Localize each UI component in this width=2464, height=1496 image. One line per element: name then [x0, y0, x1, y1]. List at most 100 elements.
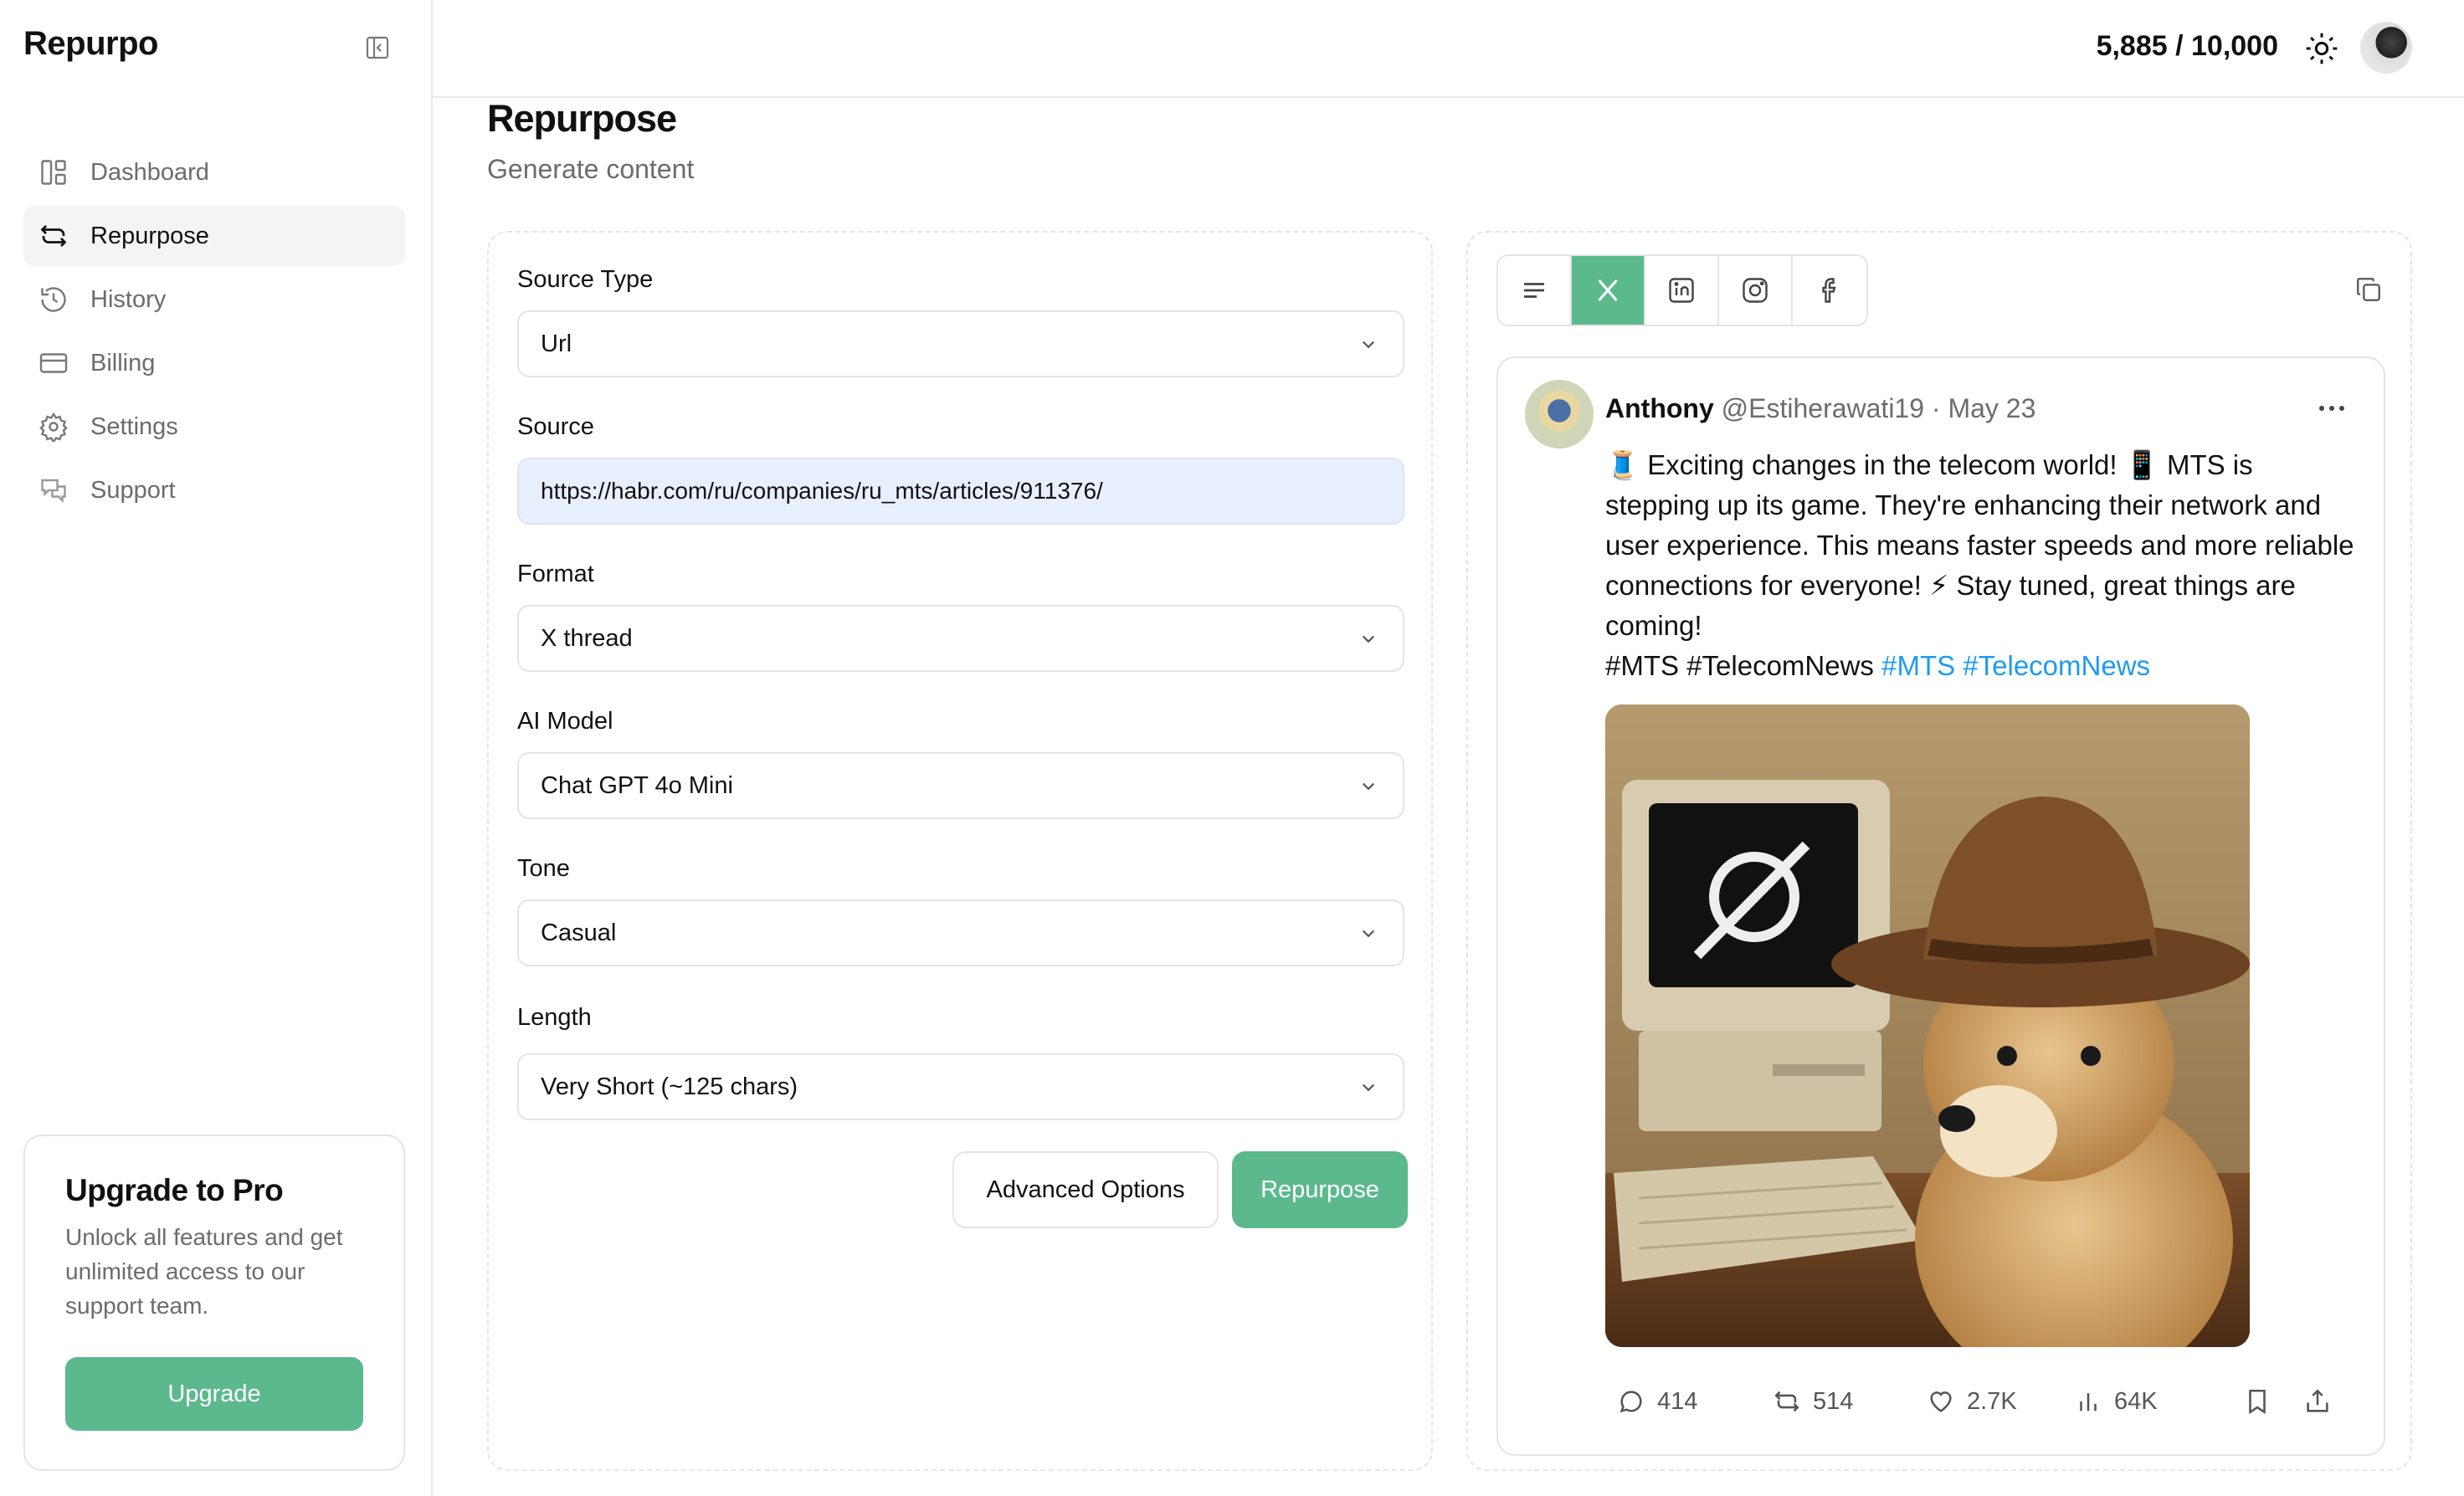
- tweet-body: 🧵 Exciting changes in the telecom world!…: [1605, 445, 2359, 686]
- chevron-down-icon: [1362, 341, 1375, 349]
- page-title: Repurpose: [487, 97, 677, 140]
- ai-model-field: AI Model Chat GPT 4o Mini: [517, 708, 1404, 819]
- retweet-count: 514: [1813, 1387, 1854, 1415]
- heart-icon: [1930, 1391, 1952, 1412]
- source-type-select[interactable]: Url: [517, 310, 1404, 377]
- upgrade-button[interactable]: Upgrade: [65, 1357, 363, 1431]
- instagram-icon: [1743, 278, 1768, 303]
- share-icon: [2307, 1389, 2328, 1412]
- retweet-button[interactable]: 514: [1773, 1387, 1853, 1416]
- tweet-author-avatar: [1525, 380, 1594, 448]
- app-logo: Repurpo: [23, 25, 158, 62]
- tweet-author-name: Anthony: [1605, 393, 1714, 423]
- chevron-down-icon: [1362, 635, 1375, 643]
- tweet-author-handle: @Estiherawati19: [1721, 393, 1925, 423]
- sidebar-item-support[interactable]: Support: [23, 460, 405, 520]
- page-subtitle: Generate content: [487, 154, 695, 184]
- sidebar-item-label: History: [90, 285, 167, 313]
- credit-card-icon: [37, 346, 70, 380]
- gear-icon: [37, 410, 70, 443]
- sidebar-nav: Dashboard Repurpose History Billing Sett…: [23, 142, 405, 524]
- x-icon: [1598, 279, 1618, 301]
- bookmark-button[interactable]: [2243, 1387, 2283, 1416]
- tone-value: Casual: [541, 919, 617, 946]
- sidebar-collapse-icon: [366, 36, 389, 59]
- sidebar-item-settings[interactable]: Settings: [23, 397, 405, 457]
- tab-instagram[interactable]: [1719, 256, 1793, 325]
- chevron-down-icon: [1362, 782, 1375, 791]
- chevron-down-icon: [1362, 1084, 1375, 1092]
- sidebar-item-repurpose[interactable]: Repurpose: [23, 206, 405, 266]
- upgrade-title: Upgrade to Pro: [65, 1173, 284, 1207]
- sidebar: Repurpo Dashboard Repurpose History Bill…: [0, 0, 433, 1496]
- tweet-header: Anthony @Estiherawati19 · May 23: [1605, 393, 2035, 424]
- preview-panel: Anthony @Estiherawati19 · May 23 🧵 Excit…: [1466, 231, 2412, 1471]
- repeat-icon: [37, 219, 70, 253]
- tweet-text: 🧵 Exciting changes in the telecom world!…: [1605, 449, 2354, 641]
- length-label: Length: [517, 1004, 592, 1031]
- tone-label: Tone: [517, 855, 570, 882]
- length-field: Length Very Short (~125 chars): [517, 1004, 1404, 1120]
- source-input[interactable]: https://habr.com/ru/companies/ru_mts/art…: [517, 458, 1404, 525]
- source-label: Source: [517, 413, 594, 440]
- repurpose-submit-button[interactable]: Repurpose: [1232, 1151, 1408, 1228]
- sidebar-item-label: Settings: [90, 412, 178, 440]
- sidebar-item-label: Dashboard: [90, 158, 209, 186]
- shiba-computer-illustration: [1605, 704, 2250, 1347]
- share-button[interactable]: [2303, 1387, 2343, 1416]
- copy-icon: [2357, 278, 2380, 301]
- sidebar-item-label: Billing: [90, 349, 156, 377]
- format-select[interactable]: X thread: [517, 605, 1404, 672]
- source-type-value: Url: [541, 330, 572, 357]
- copy-button[interactable]: [2352, 273, 2385, 306]
- like-count: 2.7K: [1967, 1387, 2017, 1415]
- reply-icon: [1620, 1391, 1642, 1413]
- tweet-date: · May 23: [1931, 393, 2036, 423]
- format-label: Format: [517, 561, 594, 587]
- tab-linkedin[interactable]: [1645, 256, 1719, 325]
- views-button[interactable]: 64K: [2074, 1387, 2158, 1416]
- retweet-icon: [1774, 1391, 1799, 1412]
- reply-button[interactable]: 414: [1617, 1387, 1697, 1416]
- tweet-image: [1605, 704, 2250, 1347]
- sidebar-item-history[interactable]: History: [23, 269, 405, 330]
- sidebar-item-dashboard[interactable]: Dashboard: [23, 142, 405, 202]
- reply-count: 414: [1657, 1387, 1698, 1415]
- format-value: X thread: [541, 624, 633, 652]
- credits-counter: 5,885 / 10,000: [2096, 30, 2278, 62]
- tweet-preview-card: Anthony @Estiherawati19 · May 23 🧵 Excit…: [1496, 356, 2385, 1456]
- sidebar-item-billing[interactable]: Billing: [23, 333, 405, 393]
- sidebar-item-label: Repurpose: [90, 222, 209, 249]
- upgrade-card: Upgrade to Pro Unlock all features and g…: [23, 1135, 405, 1471]
- like-button[interactable]: 2.7K: [1927, 1387, 2017, 1416]
- linkedin-icon: [1669, 278, 1694, 303]
- tab-facebook[interactable]: [1793, 256, 1866, 325]
- tab-x[interactable]: [1572, 256, 1645, 325]
- bookmark-icon: [2249, 1389, 2266, 1415]
- tab-text[interactable]: [1498, 256, 1572, 325]
- upgrade-text: Unlock all features and get unlimited ac…: [65, 1224, 343, 1319]
- user-avatar[interactable]: [2360, 22, 2412, 74]
- length-select[interactable]: Very Short (~125 chars): [517, 1053, 1404, 1120]
- theme-toggle-button[interactable]: [2303, 30, 2340, 67]
- more-icon[interactable]: [2315, 400, 2348, 417]
- dashboard-icon: [37, 156, 70, 189]
- tone-field: Tone Casual: [517, 855, 1404, 966]
- tweet-hashtags-plain: #MTS #TelecomNews: [1605, 650, 1874, 681]
- chevron-down-icon: [1362, 930, 1375, 938]
- chat-icon: [37, 474, 70, 507]
- advanced-options-button[interactable]: Advanced Options: [952, 1151, 1219, 1228]
- ai-model-select[interactable]: Chat GPT 4o Mini: [517, 752, 1404, 819]
- sun-icon: [2306, 33, 2338, 64]
- facebook-icon: [1822, 278, 1836, 303]
- sidebar-collapse-button[interactable]: [363, 33, 392, 62]
- tone-select[interactable]: Casual: [517, 899, 1404, 966]
- tweet-actions: 414 514 2.7K 64K: [1605, 1381, 2342, 1422]
- source-type-label: Source Type: [517, 266, 654, 293]
- ai-model-label: AI Model: [517, 708, 613, 735]
- tweet-hashtags-links[interactable]: #MTS #TelecomNews: [1881, 650, 2150, 681]
- views-count: 64K: [2114, 1387, 2158, 1415]
- length-value: Very Short (~125 chars): [541, 1073, 798, 1100]
- history-icon: [37, 283, 70, 316]
- sidebar-item-label: Support: [90, 476, 176, 504]
